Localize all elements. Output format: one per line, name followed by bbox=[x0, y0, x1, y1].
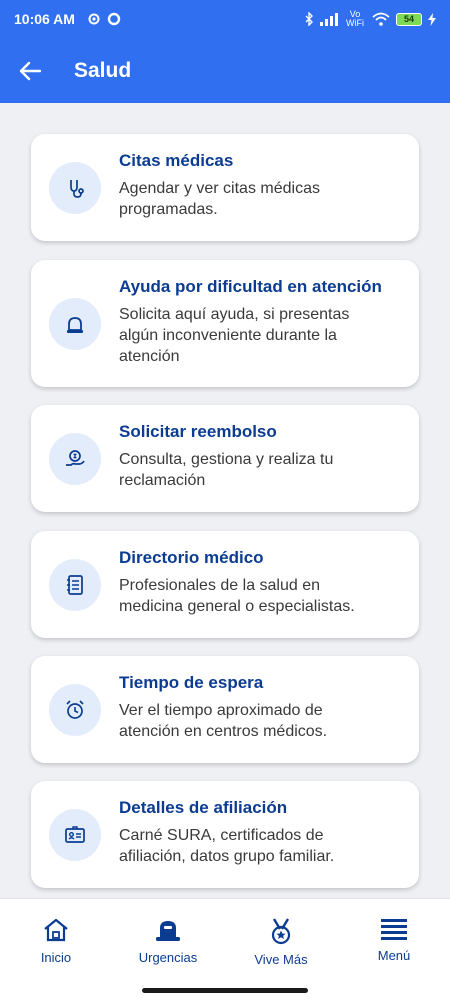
card-description: Consulta, gestiona y realiza tu reclamac… bbox=[119, 451, 334, 489]
card-description: Ver el tiempo aproximado de atención en … bbox=[119, 702, 328, 740]
nav-item-menu[interactable]: Menú bbox=[338, 917, 450, 963]
bottom-nav: Inicio Urgencias Vive Más Menú bbox=[0, 898, 450, 1000]
charging-icon bbox=[428, 12, 436, 26]
services-list: Citas médicas Agendar y ver citas médica… bbox=[0, 103, 450, 898]
card-icon-circle bbox=[49, 558, 101, 611]
card-icon-circle bbox=[49, 161, 101, 214]
card-citas-medicas[interactable]: Citas médicas Agendar y ver citas médica… bbox=[31, 134, 419, 241]
home-icon bbox=[44, 918, 68, 942]
nav-item-inicio[interactable]: Inicio bbox=[0, 917, 112, 965]
card-ayuda-dificultad[interactable]: Ayuda por dificultad en atención Solicit… bbox=[31, 260, 419, 387]
id-card-icon bbox=[65, 825, 85, 843]
siren-icon bbox=[156, 921, 180, 941]
nav-label: Vive Más bbox=[254, 952, 308, 967]
alarm-clock-icon bbox=[66, 699, 84, 719]
app-header: Salud bbox=[0, 38, 450, 103]
money-hand-icon bbox=[66, 449, 85, 466]
card-title: Solicitar reembolso bbox=[119, 422, 277, 441]
gear-icon bbox=[88, 13, 100, 25]
battery-icon: 54 bbox=[396, 12, 422, 26]
card-title: Directorio médico bbox=[119, 548, 264, 567]
arrow-left-icon bbox=[19, 61, 41, 80]
card-tiempo-espera[interactable]: Tiempo de espera Ver el tiempo aproximad… bbox=[31, 656, 419, 763]
circle-icon bbox=[107, 12, 121, 26]
card-description: Solicita aquí ayuda, si presentas algún … bbox=[119, 306, 350, 365]
card-icon-circle bbox=[49, 683, 101, 736]
card-description: Agendar y ver citas médicas programadas. bbox=[119, 180, 320, 218]
siren-icon bbox=[67, 316, 83, 333]
menu-icon bbox=[381, 919, 407, 940]
card-solicitar-reembolso[interactable]: Solicitar reembolso Consulta, gestiona y… bbox=[31, 405, 419, 512]
card-description: Profesionales de la salud en medicina ge… bbox=[119, 577, 355, 615]
card-title: Ayuda por dificultad en atención bbox=[119, 277, 382, 296]
nav-label: Inicio bbox=[40, 950, 72, 965]
back-button[interactable] bbox=[0, 38, 60, 103]
nav-label: Menú bbox=[377, 948, 411, 963]
wifi-icon bbox=[372, 12, 390, 26]
medal-icon bbox=[271, 918, 291, 945]
stethoscope-icon bbox=[70, 179, 84, 198]
bluetooth-icon bbox=[305, 12, 313, 26]
card-icon-circle bbox=[49, 297, 101, 350]
card-icon-circle bbox=[49, 808, 101, 861]
status-time: 10:06 AM bbox=[14, 11, 75, 27]
home-indicator[interactable] bbox=[142, 988, 308, 993]
card-title: Citas médicas bbox=[119, 151, 234, 170]
card-detalles-afiliacion[interactable]: Detalles de afiliación Carné SURA, certi… bbox=[31, 781, 419, 888]
status-bar: 10:06 AM Vo WiFi 54 bbox=[0, 0, 450, 38]
page-title: Salud bbox=[74, 58, 132, 82]
card-title: Tiempo de espera bbox=[119, 673, 264, 692]
nav-item-vive-mas[interactable]: Vive Más bbox=[225, 917, 337, 967]
card-description: Carné SURA, certificados de afiliación, … bbox=[119, 827, 335, 865]
signal-icon bbox=[320, 12, 338, 26]
directory-book-icon bbox=[67, 574, 83, 595]
card-title: Detalles de afiliación bbox=[119, 798, 288, 817]
nav-item-urgencias[interactable]: Urgencias bbox=[112, 917, 224, 965]
network-label: Vo WiFi bbox=[346, 9, 364, 28]
nav-label: Urgencias bbox=[138, 950, 198, 965]
card-directorio-medico[interactable]: Directorio médico Profesionales de la sa… bbox=[31, 531, 419, 638]
card-icon-circle bbox=[49, 432, 101, 485]
